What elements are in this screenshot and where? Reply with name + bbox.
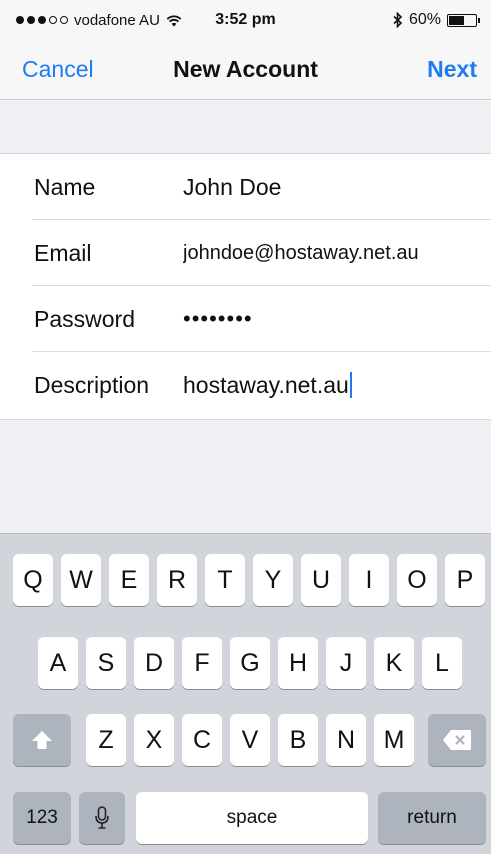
password-row[interactable]: Password •••••••• — [0, 286, 491, 352]
shift-key[interactable] — [13, 714, 71, 766]
status-left: vodafone AU — [16, 12, 182, 29]
key-t[interactable]: T — [205, 554, 245, 606]
key-n[interactable]: N — [326, 714, 366, 766]
key-p[interactable]: P — [445, 554, 485, 606]
space-key[interactable]: space — [136, 792, 368, 844]
password-label: Password — [34, 305, 135, 332]
key-x[interactable]: X — [134, 714, 174, 766]
key-s[interactable]: S — [86, 637, 126, 689]
key-m[interactable]: M — [374, 714, 414, 766]
description-row[interactable]: Description hostaway.net.au — [0, 352, 491, 418]
text-cursor — [349, 371, 352, 398]
key-d[interactable]: D — [134, 637, 174, 689]
on-screen-keyboard: Q W E R T Y U I O P A S D F G H J K L Z … — [0, 533, 491, 854]
battery-fill — [449, 15, 464, 25]
bluetooth-icon — [393, 12, 403, 28]
cancel-button[interactable]: Cancel — [22, 56, 94, 83]
email-row[interactable]: Email johndoe@hostaway.net.au — [0, 220, 491, 286]
key-j[interactable]: J — [326, 637, 366, 689]
wifi-icon — [166, 14, 182, 26]
key-f[interactable]: F — [182, 637, 222, 689]
name-row[interactable]: Name John Doe — [0, 154, 491, 220]
return-key[interactable]: return — [378, 792, 486, 844]
key-k[interactable]: K — [374, 637, 414, 689]
key-z[interactable]: Z — [86, 714, 126, 766]
description-value: hostaway.net.au — [183, 371, 349, 398]
key-q[interactable]: Q — [13, 554, 53, 606]
key-g[interactable]: G — [230, 637, 270, 689]
key-h[interactable]: H — [278, 637, 318, 689]
numbers-key[interactable]: 123 — [13, 792, 71, 844]
key-a[interactable]: A — [38, 637, 78, 689]
key-l[interactable]: L — [422, 637, 462, 689]
signal-strength-icon — [16, 16, 68, 24]
email-label: Email — [34, 239, 92, 266]
shift-arrow-icon — [32, 731, 52, 749]
battery-tip — [478, 17, 480, 23]
battery-icon — [447, 13, 480, 27]
key-v[interactable]: V — [230, 714, 270, 766]
description-label: Description — [34, 371, 150, 398]
status-bar: vodafone AU 3:52 pm 60% — [0, 0, 491, 40]
description-field[interactable]: hostaway.net.au — [183, 371, 481, 399]
next-button[interactable]: Next — [427, 56, 477, 83]
phone-screen: vodafone AU 3:52 pm 60% Cancel New Accou… — [0, 0, 491, 854]
key-b[interactable]: B — [278, 714, 318, 766]
key-r[interactable]: R — [157, 554, 197, 606]
key-o[interactable]: O — [397, 554, 437, 606]
email-field[interactable]: johndoe@hostaway.net.au — [183, 242, 481, 265]
battery-percent: 60% — [408, 11, 441, 28]
key-c[interactable]: C — [182, 714, 222, 766]
name-field[interactable]: John Doe — [183, 174, 481, 201]
navigation-bar: Cancel New Account Next — [0, 40, 491, 100]
dictation-key[interactable] — [79, 792, 125, 844]
form-background — [0, 420, 491, 533]
name-label: Name — [34, 173, 96, 200]
key-i[interactable]: I — [349, 554, 389, 606]
account-form: Name John Doe Email johndoe@hostaway.net… — [0, 154, 491, 420]
backspace-icon — [443, 730, 471, 750]
key-e[interactable]: E — [109, 554, 149, 606]
section-spacer — [0, 101, 491, 154]
carrier-name: vodafone AU — [74, 11, 160, 29]
status-right: 60% — [393, 11, 480, 29]
key-u[interactable]: U — [301, 554, 341, 606]
delete-key[interactable] — [428, 714, 486, 766]
password-field[interactable]: •••••••• — [183, 306, 481, 332]
microphone-icon — [95, 806, 109, 829]
key-w[interactable]: W — [61, 554, 101, 606]
key-y[interactable]: Y — [253, 554, 293, 606]
